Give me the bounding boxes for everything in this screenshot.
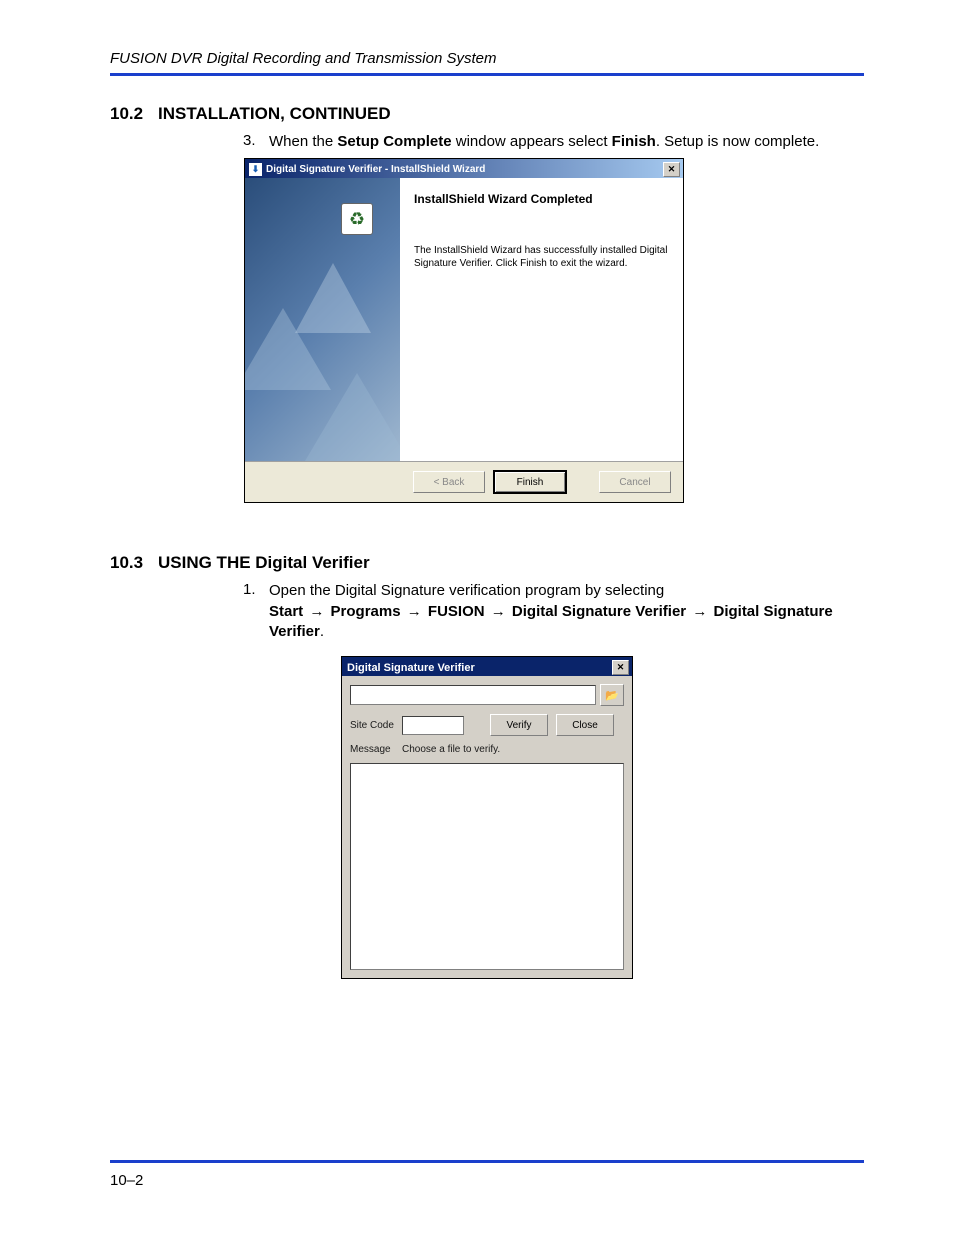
window-title: Digital Signature Verifier - InstallShie… [266, 164, 485, 175]
verifier-screenshot: Digital Signature Verifier ✕ 📂 Site Code… [341, 656, 633, 979]
site-code-input[interactable] [402, 716, 464, 735]
close-icon[interactable]: ✕ [612, 660, 629, 675]
message-text: Choose a file to verify. [402, 744, 500, 755]
app-icon: ⬇ [249, 163, 262, 176]
close-button[interactable]: Close [556, 714, 614, 736]
header-rule [110, 73, 864, 76]
file-path-input[interactable] [350, 685, 596, 705]
setup-icon: ♻ [341, 203, 373, 235]
list-number: 3. [243, 132, 269, 149]
wizard-paragraph: The InstallShield Wizard has successfull… [414, 244, 671, 270]
message-label: Message [350, 744, 402, 755]
site-code-label: Site Code [350, 720, 402, 731]
section-number: 10.2 [110, 104, 158, 124]
section-10-2: 10.2INSTALLATION, CONTINUED 3.When the S… [110, 104, 864, 503]
results-list [350, 763, 624, 970]
finish-button[interactable]: Finish [493, 470, 567, 494]
window-title: Digital Signature Verifier [347, 662, 475, 674]
verify-button[interactable]: Verify [490, 714, 548, 736]
section-title: USING THE Digital Verifier [158, 553, 370, 572]
section-title: INSTALLATION, CONTINUED [158, 104, 391, 123]
footer-rule [110, 1160, 864, 1163]
section-number: 10.3 [110, 553, 158, 573]
installshield-screenshot: ⬇ Digital Signature Verifier - InstallSh… [244, 158, 684, 503]
wizard-heading: InstallShield Wizard Completed [414, 192, 671, 206]
list-text: When the Setup Complete window appears s… [269, 132, 839, 152]
wizard-sidebar-graphic: ♻ [245, 178, 400, 461]
section-10-3: 10.3USING THE Digital Verifier 1.Open th… [110, 553, 864, 979]
close-icon[interactable]: ✕ [663, 162, 680, 177]
back-button: < Back [413, 471, 485, 493]
window-titlebar: Digital Signature Verifier ✕ [342, 657, 632, 676]
list-text: Open the Digital Signature verification … [269, 581, 839, 642]
page-number: 10–2 [110, 1172, 143, 1189]
window-titlebar: ⬇ Digital Signature Verifier - InstallSh… [245, 159, 683, 178]
cancel-button: Cancel [599, 471, 671, 493]
list-number: 1. [243, 581, 269, 598]
browse-button[interactable]: 📂 [600, 684, 624, 706]
doc-header: FUSION DVR Digital Recording and Transmi… [110, 50, 864, 67]
